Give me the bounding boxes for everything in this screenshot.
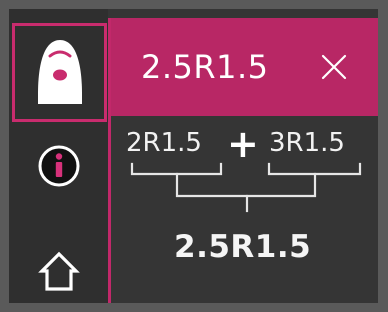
formula-panel: 2R1.5 + 3R1.5 2.5R1.5 [111,116,378,303]
sidebar-item-tool[interactable] [12,23,107,122]
tool-icon [37,39,82,104]
page-title: 2.5R1.5 [141,48,269,86]
formula-result: 2.5R1.5 [174,229,312,265]
sidebar [9,9,108,303]
combine-bracket [130,162,362,213]
header-bar: 2.5R1.5 [111,18,378,116]
sidebar-item-info[interactable] [9,137,108,195]
close-icon [321,54,347,80]
sidebar-item-home[interactable] [9,237,108,307]
home-icon [37,251,80,291]
info-icon [38,145,79,187]
close-button[interactable] [319,52,349,82]
